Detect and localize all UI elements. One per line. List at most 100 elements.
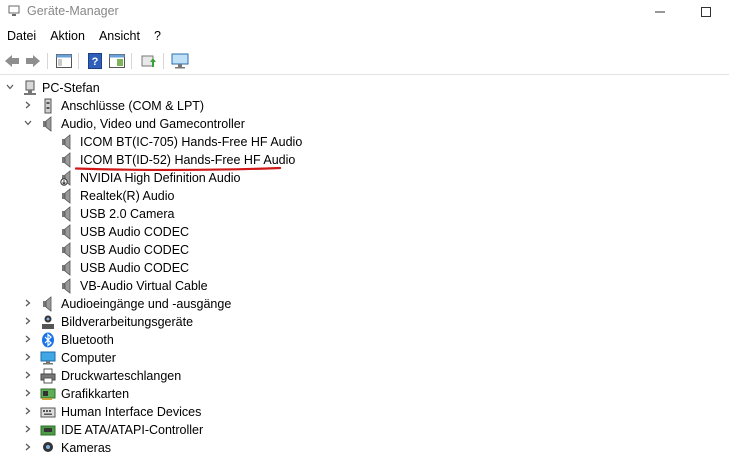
camera-icon	[42, 315, 54, 329]
collapsed-chevron-icon[interactable]	[22, 99, 34, 111]
tree-item-ports[interactable]: Anschlüsse (COM & LPT)	[0, 97, 729, 115]
tree-item-label: Bildverarbeitungsgeräte	[61, 315, 194, 329]
menu-help[interactable]: ?	[147, 26, 168, 46]
svg-text:?: ?	[92, 56, 99, 68]
speaker-icon	[43, 116, 52, 132]
printer-icon	[40, 368, 56, 384]
menu-aktion[interactable]: Aktion	[43, 26, 92, 46]
tree-item-imaging[interactable]: Bildverarbeitungsgeräte	[0, 313, 729, 331]
tree-item-label: IDE ATA/ATAPI-Controller	[61, 423, 204, 437]
tree-child-device[interactable]: Realtek(R) Audio	[0, 187, 729, 205]
forward-icon	[26, 55, 40, 67]
help-icon: ?	[88, 53, 102, 69]
back-icon	[5, 55, 19, 67]
tree-item-label: Human Interface Devices	[61, 405, 202, 419]
tree-child-label: USB Audio CODEC	[80, 261, 190, 275]
display-adapter-icon	[40, 388, 56, 400]
help-button[interactable]: ?	[86, 52, 104, 70]
tree-item-hid[interactable]: Human Interface Devices	[0, 403, 729, 421]
tree-child-device[interactable]: USB Audio CODEC	[0, 259, 729, 277]
bluetooth-icon	[42, 332, 54, 348]
root-label: PC-Stefan	[42, 81, 100, 95]
tree-item-print-queues[interactable]: Druckwarteschlangen	[0, 367, 729, 385]
collapsed-chevron-icon[interactable]	[22, 405, 34, 417]
ide-controller-icon	[40, 425, 56, 436]
update-driver-icon	[141, 55, 156, 67]
speaker-icon	[62, 260, 71, 276]
toolbar: ?	[0, 48, 729, 75]
toolbar-separator	[163, 53, 164, 69]
speaker-icon	[62, 188, 71, 204]
collapsed-chevron-icon[interactable]	[22, 333, 34, 345]
menu-ansicht[interactable]: Ansicht	[92, 26, 147, 46]
maximize-button[interactable]	[683, 0, 729, 24]
properties-icon	[56, 54, 72, 68]
webcam-icon	[43, 442, 53, 452]
computer-tree-icon	[24, 80, 36, 95]
expanded-chevron-icon[interactable]	[22, 117, 34, 129]
speaker-icon	[43, 296, 52, 312]
tree-item-bluetooth[interactable]: Bluetooth	[0, 331, 729, 349]
tree-item-display-adapters[interactable]: Grafikkarten	[0, 385, 729, 403]
collapsed-chevron-icon[interactable]	[22, 387, 34, 399]
collapsed-chevron-icon[interactable]	[22, 441, 34, 453]
speaker-icon	[62, 134, 71, 150]
tree-item-cameras[interactable]: Kameras	[0, 439, 729, 457]
collapsed-chevron-icon[interactable]	[22, 423, 34, 435]
tree-child-device[interactable]: USB Audio CODEC	[0, 223, 729, 241]
tree-child-device[interactable]: VB-Audio Virtual Cable	[0, 277, 729, 295]
show-hide-icon	[109, 54, 125, 68]
minimize-button[interactable]	[637, 0, 683, 24]
speaker-disabled-icon	[60, 170, 71, 186]
tree-item-label: Bluetooth	[61, 333, 114, 347]
keyboard-icon	[40, 407, 56, 418]
minimize-icon	[655, 11, 665, 13]
computer-icon	[40, 351, 56, 365]
tree-item-audio-video[interactable]: Audio, Video und Gamecontroller	[0, 115, 729, 133]
update-driver-button[interactable]	[140, 52, 158, 70]
tree-child-label: NVIDIA High Definition Audio	[80, 171, 241, 185]
collapsed-chevron-icon[interactable]	[22, 297, 34, 309]
tree-item-label: Anschlüsse (COM & LPT)	[61, 99, 205, 113]
tree-item-label: Audio, Video und Gamecontroller	[61, 117, 245, 131]
tree-item-label: Druckwarteschlangen	[61, 369, 182, 383]
red-underline-annotation	[75, 166, 281, 172]
tree-child-device[interactable]: USB 2.0 Camera	[0, 205, 729, 223]
collapsed-chevron-icon[interactable]	[22, 369, 34, 381]
show-hide-button[interactable]	[108, 52, 126, 70]
back-button[interactable]	[3, 52, 21, 70]
tree-item-ide[interactable]: IDE ATA/ATAPI-Controller	[0, 421, 729, 439]
properties-button[interactable]	[55, 52, 73, 70]
toolbar-separator	[78, 53, 79, 69]
tree-item-computer[interactable]: Computer	[0, 349, 729, 367]
speaker-icon	[62, 242, 71, 258]
menu-bar: Datei Aktion Ansicht ?	[0, 26, 729, 46]
speaker-icon	[62, 206, 71, 222]
forward-button[interactable]	[24, 52, 42, 70]
tree-item-audio-io[interactable]: Audioeingänge und -ausgänge	[0, 295, 729, 313]
window-title: Geräte-Manager	[27, 4, 119, 18]
speaker-icon	[62, 224, 71, 240]
toolbar-separator	[47, 53, 48, 69]
collapsed-chevron-icon[interactable]	[22, 351, 34, 363]
monitor-icon	[171, 53, 189, 69]
speaker-icon	[62, 152, 71, 168]
tree-child-label: USB Audio CODEC	[80, 225, 190, 239]
scan-hardware-button[interactable]	[171, 52, 189, 70]
tree-child-label: USB Audio CODEC	[80, 243, 190, 257]
tree-item-label: Kameras	[61, 441, 112, 455]
menu-datei[interactable]: Datei	[0, 26, 43, 46]
toolbar-separator	[131, 53, 132, 69]
tree-child-device[interactable]: ICOM BT(IC-705) Hands-Free HF Audio	[0, 133, 729, 151]
tree-child-label: VB-Audio Virtual Cable	[80, 279, 208, 293]
tree-child-label: ICOM BT(ID-52) Hands-Free HF Audio	[80, 153, 296, 167]
collapsed-chevron-icon[interactable]	[22, 315, 34, 327]
port-icon	[44, 98, 52, 114]
tree-child-label: USB 2.0 Camera	[80, 207, 175, 221]
maximize-icon	[701, 7, 711, 17]
tree-child-device[interactable]: USB Audio CODEC	[0, 241, 729, 259]
tree-item-label: Audioeingänge und -ausgänge	[61, 297, 232, 311]
tree-root[interactable]: PC-Stefan	[0, 79, 729, 97]
device-manager-icon	[8, 5, 20, 16]
expanded-chevron-icon[interactable]	[4, 81, 16, 93]
